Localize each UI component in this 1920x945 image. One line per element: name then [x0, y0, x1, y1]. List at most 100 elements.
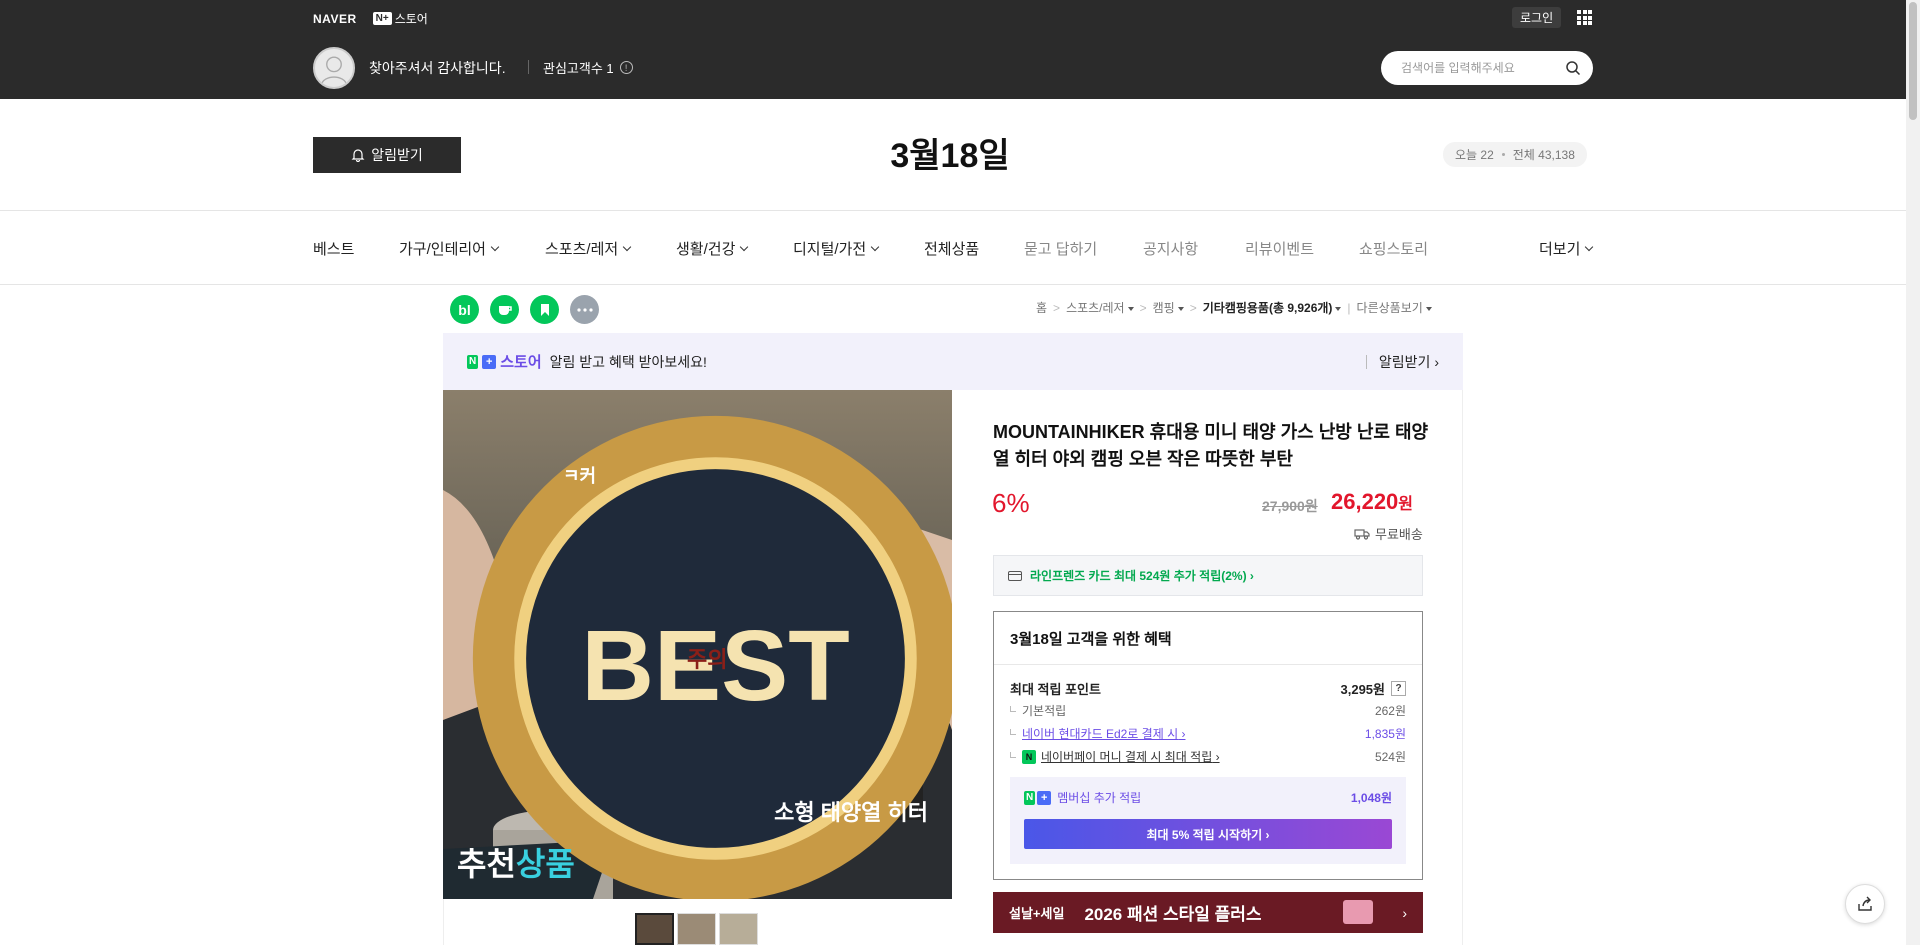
divider — [994, 664, 1422, 665]
benefit-box: 3월18일 고객을 위한 혜택 최대 적립 포인트 3,295원 ? 기본적립 … — [993, 611, 1423, 880]
breadcrumb-sports[interactable]: 스포츠/레저 — [1066, 299, 1134, 316]
today-visitors: 오늘 22 — [1455, 148, 1494, 162]
login-button[interactable]: 로그인 — [1512, 7, 1562, 28]
breadcrumb-separator: > — [1139, 300, 1147, 315]
fans-label: 관심고객수 1 — [543, 61, 614, 76]
chevron-down-icon — [622, 242, 632, 251]
credit-card-icon — [1008, 570, 1022, 581]
divider — [1365, 354, 1367, 369]
bookmark-icon[interactable] — [530, 295, 559, 324]
nav-all-products[interactable]: 전체상품 — [924, 238, 979, 259]
membership-value: 1,048원 — [1350, 791, 1392, 805]
nav-more[interactable]: 더보기 — [1539, 238, 1594, 259]
breadcrumb-separator: | — [1347, 300, 1351, 315]
n-badge: N — [467, 354, 479, 369]
caret-down-icon — [1335, 306, 1342, 311]
cafe-icon[interactable] — [490, 295, 519, 324]
apps-grid-icon[interactable] — [1577, 10, 1592, 25]
promo-text: 알림 받고 혜택 받아보세요! — [549, 353, 707, 370]
plus-badge: + — [1037, 790, 1052, 805]
fashion-plus-banner[interactable]: 설날+세일 2026 패션 스타일 플러스 › — [993, 892, 1423, 933]
alarm-button[interactable]: 알림받기 — [313, 137, 461, 173]
npay-point-link[interactable]: 네이버페이 머니 결제 시 최대 적립 › — [1041, 748, 1220, 765]
plus-badge: + — [482, 354, 497, 369]
chevron-right-icon: › — [1402, 904, 1407, 921]
nav-best[interactable]: 베스트 — [313, 238, 354, 259]
info-icon[interactable]: ! — [619, 61, 633, 74]
divider — [528, 60, 529, 74]
original-price: 27,900원 — [1262, 498, 1318, 514]
sub-item-icon — [1010, 705, 1016, 712]
npay-point-value: 524원 — [1374, 750, 1406, 764]
card-point-link[interactable]: 네이버 현대카드 Ed2로 결제 시 › — [1022, 725, 1185, 742]
chevron-down-icon — [490, 242, 500, 251]
discount-rate: 6% — [992, 488, 1030, 518]
alarm-button-label: 알림받기 — [371, 147, 423, 163]
search-input[interactable] — [1401, 61, 1561, 75]
npay-point-row: N 네이버페이 머니 결제 시 최대 적립 › 524원 — [1010, 748, 1406, 765]
store-title[interactable]: 3월18일 — [700, 128, 1200, 177]
sale-tag: 설날+세일 — [1009, 906, 1065, 921]
product-title: MOUNTAINHIKER 휴대용 미니 태양 가스 난방 난로 태양열 히터 … — [993, 422, 1429, 469]
divider — [0, 210, 1920, 211]
card-point-row: 네이버 현대카드 Ed2로 결제 시 › 1,835원 — [1010, 725, 1406, 742]
banner-text: 2026 패션 스타일 플러스 — [1084, 905, 1262, 924]
caret-down-icon — [1425, 306, 1432, 311]
image-caption: 소형 태양열 히터 — [774, 800, 928, 825]
naver-logo[interactable]: NAVER — [313, 12, 357, 26]
other-products-link[interactable]: 다른상품보기 — [1357, 299, 1432, 316]
breadcrumb-separator: > — [1053, 300, 1061, 315]
sale-price: 26,220원 — [1331, 489, 1414, 514]
nav-qna[interactable]: 묻고 답하기 — [1024, 238, 1097, 259]
shipping-label: 무료배송 — [1375, 527, 1423, 542]
nav-review-event[interactable]: 리뷰이벤트 — [1245, 238, 1314, 259]
nav-shopping-story[interactable]: 쇼핑스토리 — [1359, 238, 1428, 259]
search-box[interactable] — [1381, 51, 1593, 85]
top-bar — [0, 0, 1920, 99]
thumbnail-1[interactable] — [635, 913, 674, 945]
nav-notice[interactable]: 공지사항 — [1143, 238, 1198, 259]
product-image[interactable]: BEST ㅋ커 주의 소형 태양열 히터 추천상품 — [443, 390, 952, 899]
caret-down-icon — [1177, 306, 1184, 311]
share-button[interactable] — [1845, 884, 1885, 924]
thumbnail-3[interactable] — [719, 913, 758, 945]
max-point-value: 3,295원 — [1340, 682, 1386, 697]
chevron-down-icon — [870, 242, 880, 251]
nav-digital[interactable]: 디지털/가전 — [793, 238, 880, 259]
scrollbar[interactable] — [1906, 0, 1920, 945]
nav-living[interactable]: 생활/건강 — [676, 238, 749, 259]
divider — [0, 284, 1920, 285]
brand-area: NAVER N+ 스토어 — [313, 10, 428, 27]
avatar[interactable] — [313, 47, 355, 89]
thumbnail-2[interactable] — [677, 913, 716, 945]
search-icon[interactable] — [1565, 60, 1581, 76]
card-point-value: 1,835원 — [1364, 727, 1406, 741]
card-benefit-banner[interactable]: 라인프렌즈 카드 최대 524원 추가 적립(2%) › — [993, 555, 1423, 596]
scrollbar-thumb[interactable] — [1909, 2, 1917, 120]
breadcrumb-home[interactable]: 홈 — [1036, 299, 1047, 316]
nav-furniture[interactable]: 가구/인테리어 — [399, 238, 500, 259]
nav-sports[interactable]: 스포츠/레저 — [545, 238, 632, 259]
more-icon[interactable] — [570, 295, 599, 324]
truck-icon — [1354, 528, 1370, 540]
blog-icon[interactable]: bl — [450, 295, 479, 324]
promo-alarm-link[interactable]: 알림받기 › — [1379, 352, 1439, 372]
basic-point-row: 기본적립 262원 — [1010, 702, 1406, 719]
benefit-title: 3월18일 고객을 위한 혜택 — [1010, 631, 1172, 648]
brand-watermark: ㅋ커 — [563, 466, 597, 486]
basic-point-value: 262원 — [1374, 704, 1406, 718]
nplus-store-label: 스토어 — [394, 12, 428, 26]
max-point-row: 최대 적립 포인트 3,295원 ? — [1010, 679, 1406, 698]
visitor-count: 오늘 22 전체 43,138 — [1443, 142, 1587, 167]
sub-item-icon — [1010, 751, 1016, 758]
nplus-store-logo[interactable]: N+ 스토어 — [372, 10, 428, 27]
breadcrumb-category[interactable]: 기타캠핑용품(총 9,926개) — [1203, 299, 1342, 316]
fans-count: 관심고객수 1 ! — [543, 58, 633, 77]
promo-alarm[interactable]: 알림받기 › — [1365, 352, 1439, 372]
breadcrumb: 홈 > 스포츠/레저 > 캠핑 > 기타캠핑용품(총 9,926개) | 다른상… — [1036, 299, 1432, 316]
breadcrumb-camping[interactable]: 캠핑 — [1153, 299, 1184, 316]
membership-start-button[interactable]: 최대 5% 적립 시작하기 › — [1024, 819, 1392, 849]
nplus-badge: N+ — [372, 12, 392, 25]
help-icon[interactable]: ? — [1391, 681, 1406, 696]
membership-box: N + 멤버십 추가 적립 1,048원 최대 5% 적립 시작하기 › — [1010, 777, 1406, 864]
